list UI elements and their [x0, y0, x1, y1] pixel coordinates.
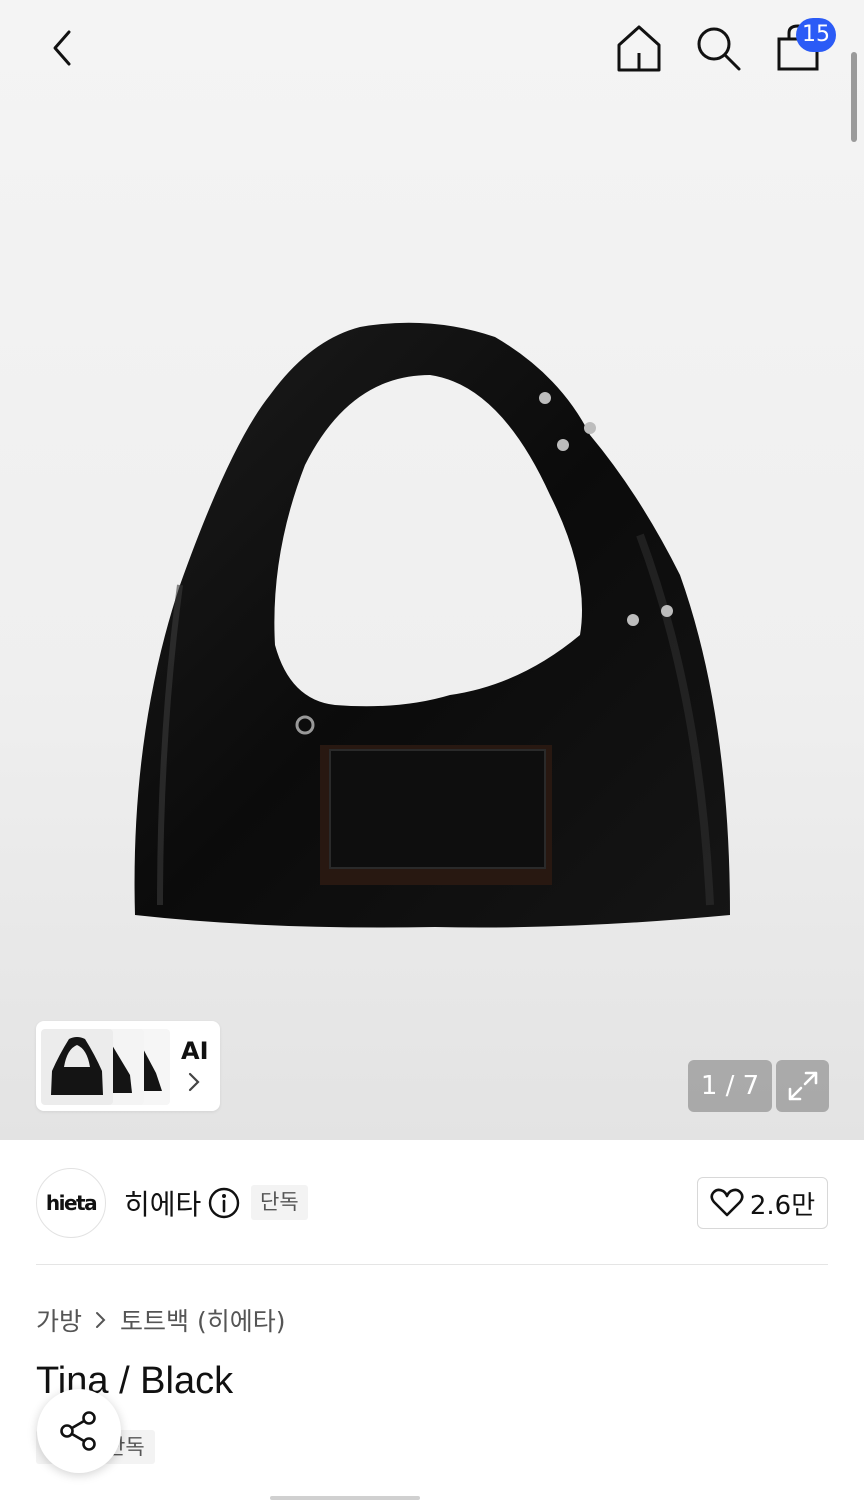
top-bar: 15 [0, 0, 864, 96]
brand-name[interactable]: 히에타 [124, 1183, 201, 1223]
breadcrumb-item-subcategory[interactable]: 토트백 (히에타) [120, 1302, 285, 1338]
brand-logo[interactable]: hieta [36, 1168, 106, 1238]
home-button[interactable] [611, 20, 667, 76]
product-image[interactable] [120, 315, 750, 945]
search-icon [697, 27, 741, 71]
expand-icon [788, 1071, 817, 1101]
cart-count-badge: 15 [796, 18, 836, 52]
thumbnail-1[interactable] [41, 1029, 113, 1105]
share-icon [60, 1411, 96, 1451]
product-gallery[interactable]: 15 AI 1 / 7 [0, 0, 864, 1140]
expand-button[interactable] [776, 1060, 829, 1112]
thumbnail-strip[interactable]: AI [36, 1021, 220, 1111]
like-button[interactable]: 2.6만 [697, 1177, 828, 1229]
ai-label[interactable]: AI [181, 1037, 209, 1065]
heart-icon [710, 1188, 744, 1217]
page-indicator: 1 / 7 [688, 1060, 772, 1112]
share-button[interactable] [37, 1389, 121, 1473]
exclusive-tag: 단독 [251, 1185, 308, 1220]
bag-thumbnail-icon [51, 1037, 103, 1095]
breadcrumb-item-category[interactable]: 가방 [36, 1302, 82, 1338]
divider [36, 1264, 828, 1265]
scrollbar[interactable] [851, 52, 857, 142]
breadcrumb: 가방 토트백 (히에타) [36, 1302, 285, 1338]
bottom-stub [270, 1496, 420, 1500]
chevron-right-icon[interactable] [186, 1071, 202, 1093]
home-icon [617, 25, 661, 72]
chevron-left-icon [53, 30, 71, 66]
back-button[interactable] [34, 20, 90, 76]
chevron-right-icon [94, 1310, 108, 1330]
like-count: 2.6만 [749, 1190, 816, 1221]
search-button[interactable] [690, 20, 746, 76]
info-icon[interactable] [207, 1186, 241, 1220]
